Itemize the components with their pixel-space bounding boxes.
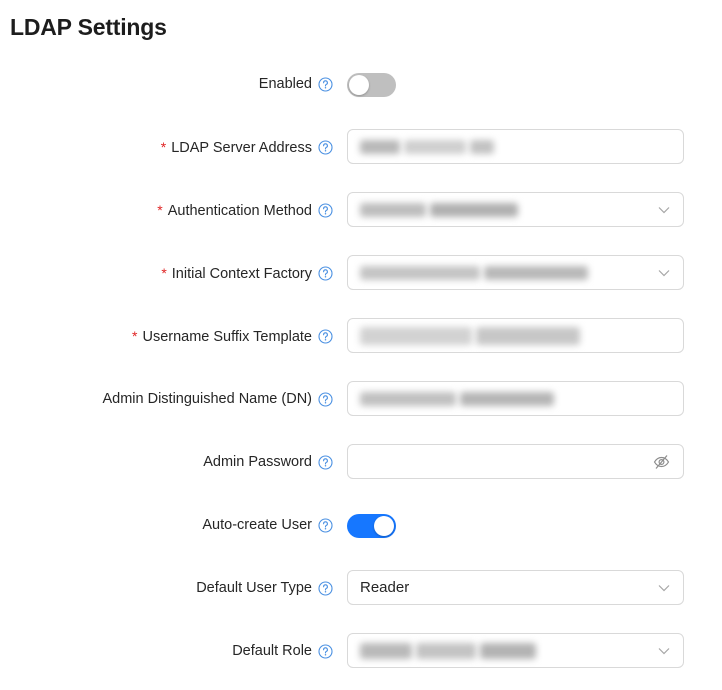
field-label: Admin Distinguished Name (DN) — [102, 381, 333, 417]
form-row-enabled: Enabled — [0, 66, 722, 102]
help-icon[interactable] — [318, 580, 333, 596]
default-role-select[interactable] — [347, 633, 684, 668]
redacted-value — [360, 391, 554, 406]
admin-password-input[interactable] — [347, 444, 684, 479]
help-icon[interactable] — [318, 202, 333, 218]
redacted-value — [360, 326, 580, 345]
field-label: Admin Password — [203, 444, 333, 480]
username-suffix-input[interactable] — [347, 318, 684, 353]
form-row-server-address: * LDAP Server Address — [0, 129, 722, 165]
select-value: Reader — [360, 579, 410, 596]
context-factory-label: * Initial Context Factory — [161, 264, 312, 282]
help-icon[interactable] — [318, 391, 333, 407]
field-label: Auto-create User — [202, 507, 333, 543]
enabled-label: Enabled — [258, 76, 312, 92]
auth-method-label: * Authentication Method — [157, 201, 312, 219]
form-row-username-suffix: * Username Suffix Template — [0, 318, 722, 354]
field-label: * LDAP Server Address — [161, 129, 333, 165]
help-icon[interactable] — [318, 265, 333, 281]
admin-password-label: Admin Password — [203, 454, 312, 470]
context-factory-select[interactable] — [347, 255, 684, 290]
redacted-value — [360, 642, 536, 659]
required-asterisk: * — [157, 201, 163, 218]
help-icon[interactable] — [318, 328, 333, 344]
field-label: * Authentication Method — [157, 192, 333, 228]
page-title: LDAP Settings — [10, 14, 167, 40]
required-asterisk: * — [160, 138, 167, 155]
field-label: * Initial Context Factory — [161, 255, 333, 291]
server-address-input[interactable] — [347, 129, 684, 164]
redacted-value — [360, 202, 518, 217]
redacted-value — [360, 139, 494, 154]
redacted-value — [360, 265, 588, 280]
required-asterisk: * — [132, 327, 138, 344]
eye-slash-icon[interactable] — [653, 454, 670, 470]
default-user-type-label: Default User Type — [196, 580, 312, 596]
form-row-auto-create: Auto-create User — [0, 507, 722, 543]
auto-create-toggle[interactable] — [347, 514, 396, 538]
chevron-down-icon — [658, 648, 670, 655]
enabled-toggle[interactable] — [347, 73, 396, 97]
chevron-down-icon — [658, 207, 670, 214]
help-icon[interactable] — [318, 454, 333, 470]
required-asterisk: * — [161, 264, 167, 281]
admin-dn-input[interactable] — [347, 381, 684, 416]
form-row-default-user-type: Default User Type Reader — [0, 570, 722, 606]
chevron-down-icon — [658, 270, 670, 277]
help-icon[interactable] — [318, 76, 333, 92]
toggle-knob — [349, 75, 369, 95]
default-user-type-select[interactable]: Reader — [347, 570, 684, 605]
field-label: Enabled — [259, 66, 333, 102]
toggle-knob — [374, 516, 394, 536]
auth-method-select[interactable] — [347, 192, 684, 227]
form-row-default-role: Default Role — [0, 633, 722, 669]
form-row-context-factory: * Initial Context Factory — [0, 255, 722, 291]
help-icon[interactable] — [318, 643, 333, 659]
default-role-label: Default Role — [232, 643, 312, 659]
field-label: * Username Suffix Template — [132, 318, 333, 354]
form-row-admin-dn: Admin Distinguished Name (DN) — [0, 381, 722, 417]
help-icon[interactable] — [318, 139, 333, 155]
auto-create-label: Auto-create User — [202, 517, 312, 533]
admin-dn-label: Admin Distinguished Name (DN) — [102, 391, 312, 407]
form-row-admin-password: Admin Password — [0, 444, 722, 480]
field-label: Default User Type — [196, 570, 333, 606]
chevron-down-icon — [658, 585, 670, 592]
form-row-auth-method: * Authentication Method — [0, 192, 722, 228]
server-address-label: * LDAP Server Address — [160, 138, 312, 156]
field-label: Default Role — [232, 633, 333, 669]
help-icon[interactable] — [318, 517, 333, 533]
username-suffix-label: * Username Suffix Template — [132, 327, 312, 345]
